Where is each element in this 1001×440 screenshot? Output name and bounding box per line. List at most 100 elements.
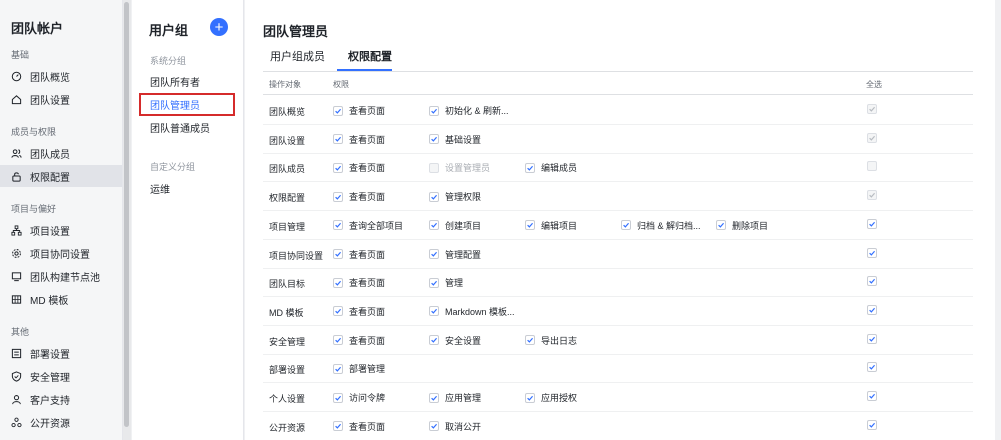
- checkbox-box[interactable]: [525, 162, 535, 173]
- sidebar-item-team-settings[interactable]: 团队设置: [0, 88, 122, 110]
- select-all-checkbox[interactable]: [867, 304, 877, 315]
- checkbox-box[interactable]: [716, 220, 726, 231]
- checkbox-box[interactable]: [333, 335, 343, 346]
- sidebar-item-md-template[interactable]: MD 模板: [0, 288, 122, 310]
- permission-checkbox[interactable]: 查看页面: [333, 161, 385, 174]
- permission-checkbox[interactable]: 查看页面: [333, 276, 385, 289]
- main-scrollbar-track[interactable]: [995, 0, 1001, 440]
- checkbox-box[interactable]: [333, 105, 343, 116]
- usergroup-item[interactable]: 团队普通成员: [140, 116, 236, 138]
- sidebar-item-overview[interactable]: 团队概览: [0, 65, 122, 87]
- checkbox-box[interactable]: [429, 191, 439, 202]
- checkbox-box[interactable]: [333, 191, 343, 202]
- permission-checkbox[interactable]: 查询全部项目: [333, 219, 403, 232]
- checkbox-box[interactable]: [429, 134, 439, 145]
- permission-checkbox[interactable]: 编辑项目: [525, 219, 577, 232]
- sidebar-item-members[interactable]: 团队成员: [0, 142, 122, 164]
- sidebar-item-label: 安全管理: [30, 372, 70, 384]
- select-all-checkbox[interactable]: [867, 391, 877, 401]
- checkbox-box[interactable]: [333, 306, 343, 317]
- permission-checkbox[interactable]: 访问令牌: [333, 391, 385, 404]
- checkbox-box[interactable]: [429, 220, 439, 231]
- checkbox-box[interactable]: [429, 277, 439, 288]
- gauge-icon: [11, 71, 22, 82]
- checkbox-box[interactable]: [429, 335, 439, 346]
- permission-checkbox[interactable]: 管理配置: [429, 248, 481, 261]
- permission-checkbox[interactable]: 基础设置: [429, 133, 481, 146]
- checkbox-box[interactable]: [333, 134, 343, 145]
- sidebar-item-project-settings[interactable]: 项目设置: [0, 219, 122, 241]
- permission-checkbox[interactable]: 应用管理: [429, 391, 481, 404]
- sidebar-item-security[interactable]: 安全管理: [0, 365, 122, 387]
- permission-checkbox[interactable]: Markdown 模板...: [429, 305, 515, 318]
- checkbox-box[interactable]: [333, 421, 343, 432]
- checkbox-box[interactable]: [525, 335, 535, 346]
- select-all-checkbox: [867, 161, 877, 172]
- select-all-checkbox[interactable]: [867, 362, 877, 373]
- add-usergroup-button[interactable]: +: [210, 18, 228, 36]
- permission-checkbox[interactable]: 查看页面: [333, 133, 385, 146]
- permission-label: 管理: [445, 278, 464, 289]
- sidebar-item-permissions[interactable]: 权限配置: [0, 165, 122, 187]
- select-all-checkbox[interactable]: [867, 419, 877, 430]
- permission-checkbox[interactable]: 编辑成员: [525, 161, 577, 174]
- checkbox-box[interactable]: [525, 392, 535, 403]
- select-all-checkbox[interactable]: [867, 247, 877, 258]
- permission-checkbox[interactable]: 查看页面: [333, 305, 385, 318]
- permission-checkbox[interactable]: 管理: [429, 276, 463, 289]
- checkbox-box[interactable]: [429, 249, 439, 259]
- permission-checkbox[interactable]: 应用授权: [525, 391, 577, 404]
- checkbox-box[interactable]: [429, 421, 439, 432]
- checkbox-box[interactable]: [333, 363, 343, 374]
- permission-checkbox[interactable]: 查看页面: [333, 420, 385, 433]
- sidebar-item-support[interactable]: 客户支持: [0, 388, 122, 410]
- select-all-checkbox: [867, 132, 877, 143]
- select-all-checkbox[interactable]: [867, 333, 877, 344]
- permission-label: 查看页面: [349, 163, 386, 174]
- permission-checkbox[interactable]: 创建项目: [429, 219, 481, 232]
- checkbox-box[interactable]: [333, 392, 343, 403]
- checkbox-box[interactable]: [333, 162, 343, 173]
- nav-title: 团队帐户: [11, 21, 64, 36]
- sidebar-item-public-resources[interactable]: 公开资源: [0, 411, 122, 433]
- permission-checkbox[interactable]: 设置管理员: [429, 161, 490, 174]
- permission-checkbox[interactable]: 删除项目: [716, 219, 768, 232]
- monitor-icon: [11, 271, 22, 282]
- checkbox-box[interactable]: [429, 162, 439, 173]
- tab-group-members[interactable]: 用户组成员: [270, 48, 325, 64]
- checkbox-box[interactable]: [429, 392, 439, 403]
- permission-checkbox[interactable]: 管理权限: [429, 190, 481, 203]
- permission-checkbox[interactable]: 查看页面: [333, 104, 385, 117]
- nav-scrollbar-thumb[interactable]: [124, 2, 129, 427]
- checkbox-box[interactable]: [429, 306, 439, 317]
- checkbox-box[interactable]: [333, 220, 343, 231]
- usergroup-item[interactable]: 团队所有者: [140, 70, 236, 92]
- permission-checkbox[interactable]: 安全设置: [429, 334, 481, 347]
- usergroup-item[interactable]: 团队管理员: [139, 93, 235, 116]
- permission-checkbox[interactable]: 查看页面: [333, 248, 385, 261]
- sidebar-item-project-collab[interactable]: 项目协同设置: [0, 242, 122, 264]
- permission-checkbox[interactable]: 归档 & 解归档...: [621, 219, 701, 232]
- checkbox-box[interactable]: [525, 220, 535, 231]
- permission-label: 编辑项目: [541, 220, 578, 231]
- usergroup-item[interactable]: 运维: [140, 177, 236, 199]
- permission-checkbox[interactable]: 取消公开: [429, 420, 481, 433]
- permission-checkbox[interactable]: 初始化 & 刷新...: [429, 104, 509, 117]
- sidebar-item-deploy-settings[interactable]: 部署设置: [0, 342, 122, 364]
- permission-checkbox[interactable]: 查看页面: [333, 334, 385, 347]
- permission-checkbox[interactable]: 导出日志: [525, 334, 577, 347]
- permission-checkbox[interactable]: 查看页面: [333, 190, 385, 203]
- permission-checkbox[interactable]: 部署管理: [333, 362, 385, 375]
- permission-label: 查看页面: [349, 249, 386, 260]
- select-all-checkbox[interactable]: [867, 218, 877, 229]
- checkbox-box[interactable]: [333, 277, 343, 288]
- tab-permission-config[interactable]: 权限配置: [348, 48, 392, 64]
- checkbox-box[interactable]: [429, 105, 439, 116]
- checkbox-box[interactable]: [333, 249, 343, 259]
- checkbox-box[interactable]: [621, 220, 631, 231]
- permission-label: 安全设置: [445, 335, 482, 346]
- select-all-checkbox[interactable]: [867, 276, 877, 287]
- permission-label: 创建项目: [445, 220, 482, 231]
- row-object-label: 团队目标: [269, 279, 306, 290]
- sidebar-item-build-pool[interactable]: 团队构建节点池: [0, 265, 122, 287]
